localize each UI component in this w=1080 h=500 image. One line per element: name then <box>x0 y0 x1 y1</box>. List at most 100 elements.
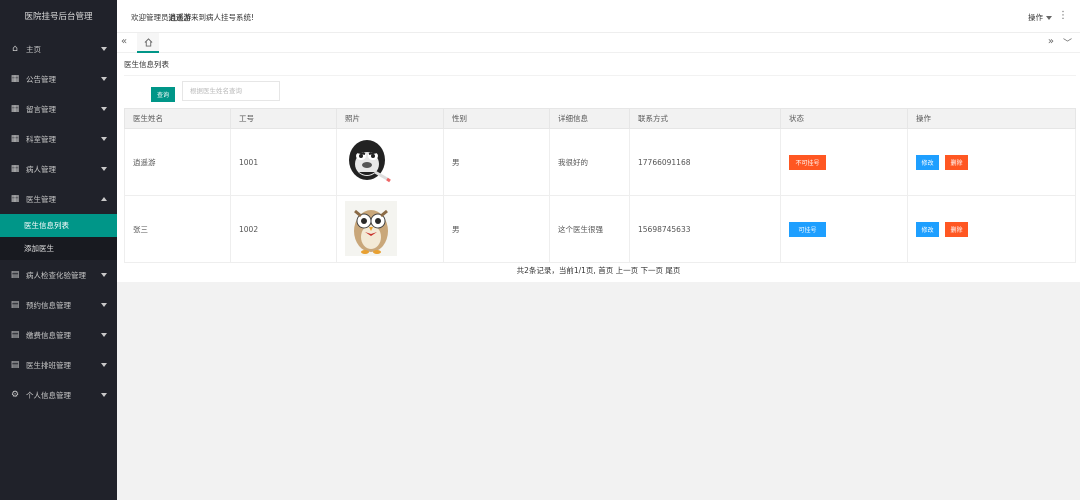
doctor-intro: 我很好的 <box>549 128 630 196</box>
column-header: 工号 <box>230 108 337 129</box>
sidebar-subitem-doctor-list[interactable]: 医生信息列表 <box>0 214 117 237</box>
chevron-down-icon <box>101 107 107 111</box>
sidebar-item-label: 个人信息管理 <box>26 390 71 400</box>
column-header: 详细信息 <box>549 108 630 129</box>
sidebar-item-label: 病人检查化验管理 <box>26 270 86 280</box>
sidebar-item-label: 医生排班管理 <box>26 360 71 370</box>
doctor-phone: 15698745633 <box>629 195 781 263</box>
chevron-down-icon <box>101 167 107 171</box>
search-toolbar: 查询 <box>124 75 1076 107</box>
sidebar-item-label: 医生管理 <box>26 194 56 204</box>
chevron-up-icon <box>101 197 107 201</box>
doctor-status-cell: 不可挂号 <box>780 128 908 196</box>
pagination-summary: 共2条记录，当前1/1页, <box>516 266 596 275</box>
edit-button[interactable]: 修改 <box>916 154 939 170</box>
tab-home[interactable] <box>137 33 159 53</box>
welcome-message: 欢迎管理员逍遥游来到病人挂号系统! <box>131 12 254 23</box>
delete-button[interactable]: 删除 <box>945 154 968 170</box>
doctor-table: 医生姓名 工号 照片 性别 详细信息 联系方式 状态 操作 逍遥游 1001 男… <box>124 108 1076 263</box>
doctor-submenu: 医生信息列表 添加医生 <box>0 214 117 260</box>
operation-cell: 修改 删除 <box>907 128 1076 196</box>
sidebar-item-patient[interactable]: ▦ 病人管理 <box>0 154 117 184</box>
column-header: 状态 <box>780 108 908 129</box>
tab-next-icon[interactable]: » <box>1048 36 1054 47</box>
chevron-down-icon <box>101 47 107 51</box>
sidebar-item-doctor[interactable]: ▦ 医生管理 <box>0 184 117 214</box>
calendar-icon: ▤ <box>10 300 20 310</box>
sidebar-item-message[interactable]: ▦ 留言管理 <box>0 94 117 124</box>
status-available-button[interactable]: 可挂号 <box>789 221 826 237</box>
doctor-phone: 17766091168 <box>629 128 781 196</box>
operation-cell: 修改 删除 <box>907 195 1076 263</box>
sidebar-item-home[interactable]: ⌂ 主页 <box>0 34 117 64</box>
tab-prev-icon[interactable]: « <box>121 36 127 47</box>
page-title: 医生信息列表 <box>124 60 169 69</box>
edit-button[interactable]: 修改 <box>916 221 939 237</box>
pagination: 共2条记录，当前1/1页, 首页 上一页 下一页 尾页 <box>117 265 1080 276</box>
sidebar-item-label: 科室管理 <box>26 134 56 144</box>
sidebar-item-profile[interactable]: ⚙ 个人信息管理 <box>0 380 117 410</box>
sidebar-subitem-add-doctor[interactable]: 添加医生 <box>0 237 117 260</box>
sidebar-item-department[interactable]: ▦ 科室管理 <box>0 124 117 154</box>
table-row: 张三 1002 男 这个医生很强 15698745633 可挂号 修改 删除 <box>124 195 1076 263</box>
table-header-row: 医生姓名 工号 照片 性别 详细信息 联系方式 状态 操作 <box>124 108 1076 129</box>
chevron-down-icon <box>101 273 107 277</box>
doctor-photo-cell <box>336 128 444 196</box>
doctor-intro: 这个医生很强 <box>549 195 630 263</box>
calendar-icon: ▤ <box>10 330 20 340</box>
chevron-down-icon <box>101 333 107 337</box>
grid-icon: ▦ <box>10 104 20 114</box>
chevron-down-icon <box>101 363 107 367</box>
table-row: 逍遥游 1001 男 我很好的 17766091168 不可挂号 修改 删除 <box>124 128 1076 196</box>
gear-icon: ⚙ <box>10 390 20 400</box>
sidebar-item-schedule[interactable]: ▤ 医生排班管理 <box>0 350 117 380</box>
sidebar-item-label: 病人管理 <box>26 164 56 174</box>
welcome-prefix: 欢迎管理员 <box>131 13 169 22</box>
chevron-down-icon <box>101 393 107 397</box>
sidebar-item-label: 公告管理 <box>26 74 56 84</box>
doctor-name: 张三 <box>124 195 231 263</box>
pagination-next[interactable]: 下一页 <box>641 266 664 275</box>
search-button[interactable]: 查询 <box>151 87 175 102</box>
pagination-prev[interactable]: 上一页 <box>616 266 639 275</box>
sidebar-item-notice[interactable]: ▦ 公告管理 <box>0 64 117 94</box>
gorilla-avatar <box>349 139 391 182</box>
doctor-number: 1001 <box>230 128 337 196</box>
column-header: 照片 <box>336 108 444 129</box>
top-header: 欢迎管理员逍遥游来到病人挂号系统! 操作 ⋮ <box>117 0 1080 33</box>
column-header: 联系方式 <box>629 108 781 129</box>
more-vertical-icon[interactable]: ⋮ <box>1058 10 1068 21</box>
sidebar-item-payment[interactable]: ▤ 缴费信息管理 <box>0 320 117 350</box>
column-header: 医生姓名 <box>124 108 231 129</box>
doctor-number: 1002 <box>230 195 337 263</box>
search-input[interactable] <box>182 81 280 101</box>
grid-icon: ▦ <box>10 164 20 174</box>
pagination-last[interactable]: 尾页 <box>665 266 680 275</box>
sidebar-item-label: 主页 <box>26 44 41 54</box>
chevron-down-icon <box>101 77 107 81</box>
chevron-down-icon[interactable]: ﹀ <box>1063 36 1072 49</box>
grid-icon: ▦ <box>10 134 20 144</box>
pagination-first[interactable]: 首页 <box>598 266 613 275</box>
column-header: 操作 <box>907 108 1076 129</box>
status-unavailable-button[interactable]: 不可挂号 <box>789 154 826 170</box>
tab-bar: « » ﹀ <box>117 33 1080 53</box>
app-logo: 医院挂号后台管理 <box>0 0 117 34</box>
welcome-username: 逍遥游 <box>168 13 192 22</box>
sidebar-item-exam[interactable]: ▤ 病人检查化验管理 <box>0 260 117 290</box>
sidebar-item-appointment[interactable]: ▤ 预约信息管理 <box>0 290 117 320</box>
owl-avatar <box>345 200 397 256</box>
delete-button[interactable]: 删除 <box>945 221 968 237</box>
home-icon <box>144 37 152 47</box>
calendar-icon: ▤ <box>10 360 20 370</box>
grid-icon: ▦ <box>10 74 20 84</box>
chevron-down-icon <box>101 303 107 307</box>
grid-icon: ▦ <box>10 194 20 204</box>
sidebar-item-label: 缴费信息管理 <box>26 330 71 340</box>
doctor-name: 逍遥游 <box>124 128 231 196</box>
operation-menu[interactable]: 操作 <box>1028 12 1052 23</box>
doctor-sex: 男 <box>443 128 550 196</box>
calendar-icon: ▤ <box>10 270 20 280</box>
sidebar: 医院挂号后台管理 ⌂ 主页 ▦ 公告管理 ▦ 留言管理 ▦ 科室管理 ▦ 病人管… <box>0 0 117 500</box>
sidebar-item-label: 预约信息管理 <box>26 300 71 310</box>
